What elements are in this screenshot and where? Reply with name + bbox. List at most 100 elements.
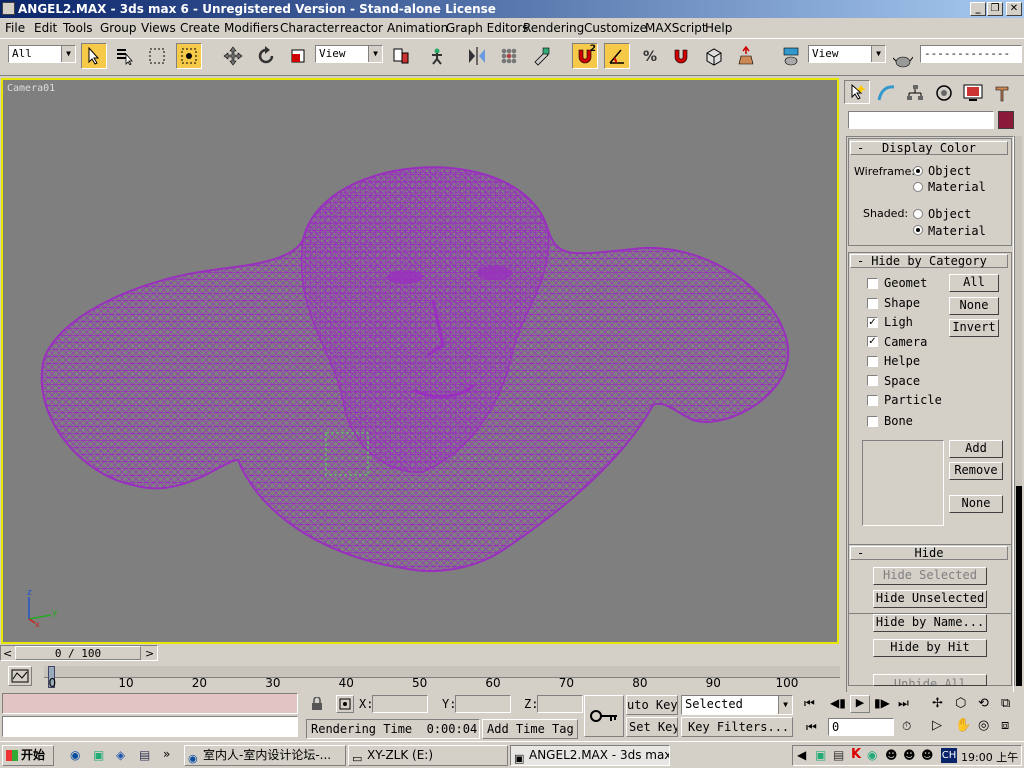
quick-render-button[interactable] [778, 43, 804, 69]
hide-selected-button[interactable]: Hide Selected [873, 567, 987, 585]
named-selection-sets-input[interactable]: ------------- [920, 45, 1022, 63]
qq-icon-1[interactable]: ☻ [885, 748, 898, 762]
shaded-object-radio[interactable] [913, 209, 923, 219]
remove-button[interactable]: Remove [949, 462, 1003, 480]
render-scene-button[interactable] [733, 43, 759, 69]
none-button[interactable]: None [949, 297, 999, 315]
auto-key-button[interactable]: uto Key [626, 695, 678, 715]
lock-selection-button[interactable] [310, 696, 324, 711]
menu-animation[interactable]: Animation [387, 18, 448, 38]
tab-motion[interactable] [931, 80, 957, 106]
menu-views[interactable]: Views [141, 18, 176, 38]
checkbox-particle[interactable] [867, 395, 878, 406]
tab-utilities[interactable] [989, 80, 1015, 106]
task-browser[interactable]: ◉ 室内人-室内设计论坛-... [184, 745, 346, 766]
maxscript-listener-pink[interactable] [2, 693, 298, 714]
menu-group[interactable]: Group [100, 18, 137, 38]
scrollbar-thumb[interactable] [1016, 486, 1022, 686]
checkbox-bone[interactable] [867, 416, 878, 427]
add-button[interactable]: Add [949, 440, 1003, 458]
zoom-extents-icon[interactable]: ⧉ [1001, 696, 1010, 711]
quicklaunch-icon[interactable]: ◈ [116, 748, 125, 762]
orbit-icon[interactable]: ◎ [978, 718, 989, 733]
window-crossing-button[interactable] [176, 43, 202, 69]
key-mode-toggle-icon[interactable]: ⏮ [806, 720, 817, 735]
menu-edit[interactable]: Edit [34, 18, 57, 38]
checkbox-geometry[interactable] [867, 278, 878, 289]
checkbox-cameras[interactable]: ✓ [867, 336, 878, 347]
curve-editor-button[interactable] [8, 666, 32, 686]
hide-by-hit-button[interactable]: Hide by Hit [873, 639, 987, 657]
menu-tools[interactable]: Tools [63, 18, 93, 38]
time-slider-next-icon[interactable]: > [145, 647, 154, 660]
select-object-button[interactable] [81, 43, 107, 69]
current-frame-input[interactable]: 0 [828, 718, 894, 736]
input-method-indicator[interactable]: CH [941, 748, 957, 763]
qq-icon-2[interactable]: ☻ [903, 748, 916, 762]
dolly-icon[interactable]: ▷ [932, 718, 942, 733]
scale-button[interactable] [285, 43, 311, 69]
hide-by-name-button[interactable]: Hide by Name... [873, 614, 987, 632]
rotate-button[interactable] [253, 43, 279, 69]
wireframe-object-radio[interactable] [913, 166, 923, 176]
hide-unselected-button[interactable]: Hide Unselected [873, 590, 987, 608]
task-explorer[interactable]: ▭ XY-ZLK (E:) [348, 745, 508, 766]
time-configuration-icon[interactable]: ⏱ [902, 719, 911, 734]
hide-rollout-header[interactable]: - Hide [850, 546, 1008, 560]
start-button[interactable]: 开始 [2, 745, 54, 766]
volume-icon[interactable]: ◀ [797, 748, 806, 762]
material-editor-button[interactable] [701, 43, 727, 69]
tray-app-icon-2[interactable]: ▤ [833, 748, 844, 762]
object-color-swatch[interactable] [998, 111, 1014, 129]
selection-filter-dropdown[interactable]: All ▼ [8, 45, 76, 63]
checkbox-lights[interactable]: ✓ [867, 317, 878, 328]
unhide-all-button[interactable]: Unhide All [873, 674, 987, 686]
desktop-icon[interactable]: ▣ [93, 748, 104, 762]
tab-create[interactable] [844, 80, 870, 104]
quick-render-teapot-button[interactable] [890, 47, 916, 73]
snaps-toggle-button[interactable]: 2 [572, 43, 598, 69]
rectangular-selection-button[interactable] [144, 43, 170, 69]
menu-maxscript[interactable]: MAXScript [645, 18, 707, 38]
invert-button[interactable]: Invert [949, 319, 999, 337]
go-to-end-icon[interactable]: ⏭ [898, 696, 909, 711]
set-keys-button[interactable] [584, 695, 624, 737]
align-button[interactable] [528, 43, 554, 69]
array-button[interactable] [496, 43, 522, 69]
add-time-tag-button[interactable]: Add Time Tag [482, 719, 578, 739]
checkbox-space-warps[interactable] [867, 375, 878, 386]
restore-button[interactable]: ❐ [987, 2, 1003, 16]
play-icon[interactable]: ▶ [850, 695, 870, 713]
tab-modify[interactable] [873, 80, 899, 106]
go-to-start-icon[interactable]: ⏮ [804, 696, 815, 711]
zoom-all-icon[interactable]: ⬡ [955, 696, 966, 711]
menu-help[interactable]: Help [705, 18, 732, 38]
menu-create[interactable]: Create [180, 18, 220, 38]
select-by-name-button[interactable] [111, 43, 137, 69]
checkbox-shape[interactable] [867, 298, 878, 309]
menu-character[interactable]: Character [280, 18, 339, 38]
category-list-box[interactable] [862, 440, 944, 526]
previous-frame-icon[interactable]: ◀▮ [830, 696, 846, 710]
percent-snap-button[interactable]: % [636, 43, 662, 69]
menu-file[interactable]: File [5, 18, 25, 38]
set-key-mode-button[interactable]: Set Key [626, 717, 678, 737]
tab-display[interactable] [960, 80, 986, 106]
time-slider-prev-icon[interactable]: < [3, 647, 12, 660]
field-of-view-icon[interactable]: ⟲ [978, 696, 989, 711]
tray-app-icon-1[interactable]: ▣ [815, 748, 826, 762]
time-slider[interactable]: < 0 / 100 > [0, 645, 158, 661]
z-coordinate-input[interactable] [537, 695, 583, 713]
x-coordinate-input[interactable] [372, 695, 428, 713]
app-icon[interactable] [2, 2, 15, 15]
pivot-center-button[interactable] [388, 43, 414, 69]
key-selection-dropdown[interactable]: Selected ▼ [681, 695, 793, 715]
tray-app-icon-3[interactable]: ◉ [867, 748, 877, 762]
move-button[interactable] [220, 43, 246, 69]
key-filters-button[interactable]: Key Filters... [681, 717, 793, 737]
tab-hierarchy[interactable] [902, 80, 928, 106]
wireframe-material-radio[interactable] [913, 182, 923, 192]
kingsoft-icon[interactable]: K [851, 747, 861, 762]
pan-hand-icon[interactable]: ✋ [955, 718, 971, 733]
render-type-dropdown[interactable]: View ▼ [808, 45, 886, 63]
